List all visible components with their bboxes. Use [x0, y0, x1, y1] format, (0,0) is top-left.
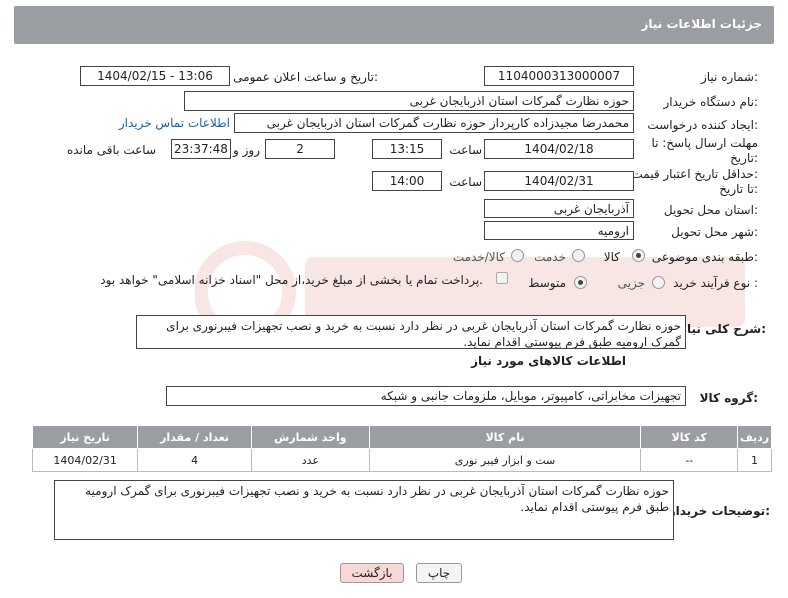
description-label: شرح کلی نیاز: — [680, 322, 766, 336]
validity-label-2: تا تاریخ: — [719, 182, 758, 196]
cell-goods-name: ست و ابزار فیبر نوری — [368, 448, 642, 472]
col-row-number: ردیف — [737, 425, 772, 449]
category-radio-goods[interactable] — [632, 249, 645, 262]
col-need-date: تاریخ نیاز — [31, 425, 139, 449]
cell-need-date: 1404/02/31 — [31, 448, 139, 472]
remaining-time-label: ساعت باقی مانده — [66, 143, 156, 157]
reply-time-label: ساعت — [449, 143, 482, 157]
payment-note: پرداخت تمام یا بخشی از مبلغ خرید،از محل … — [100, 273, 483, 287]
category-radio-service[interactable] — [572, 249, 585, 262]
city-label: شهر محل تحویل: — [671, 225, 758, 239]
col-quantity: تعداد / مقدار — [137, 425, 252, 449]
cell-unit: عدد — [250, 448, 370, 472]
validity-time-label: ساعت — [449, 175, 482, 189]
process-option-minor: جزیی — [617, 276, 645, 290]
category-label: طبقه بندی موضوعی: — [651, 250, 758, 264]
creator-field[interactable]: محمدرضا مجیدزاده کارپرداز حوزه نظارت گمر… — [234, 113, 634, 133]
description-textarea[interactable]: حوزه نظارت گمرکات استان آذربایجان غربی د… — [136, 315, 686, 349]
print-button[interactable]: چاپ — [416, 563, 462, 583]
category-option-goods-service: کالا/خدمت — [452, 250, 505, 264]
table-header-row: ردیف کد کالا نام کالا واحد شمارش تعداد /… — [31, 425, 772, 449]
announce-label: تاریخ و ساعت اعلان عمومی: — [233, 70, 378, 84]
province-field[interactable]: آذربایجان غربی — [484, 199, 634, 218]
process-radio-medium[interactable] — [574, 276, 587, 289]
contact-info-link[interactable]: اطلاعات تماس خریدار — [119, 116, 230, 130]
days-field[interactable]: 2 — [265, 139, 335, 159]
back-button[interactable]: بازگشت — [340, 563, 404, 583]
buyer-notes-textarea[interactable]: حوزه نظارت گمرکات استان آذربایجان غربی د… — [54, 480, 674, 540]
days-label: روز و — [233, 143, 260, 157]
goods-table: ردیف کد کالا نام کالا واحد شمارش تعداد /… — [31, 425, 772, 472]
col-goods-name: نام کالا — [368, 425, 642, 449]
city-field[interactable]: ارومیه — [484, 221, 634, 240]
cell-quantity: 4 — [137, 448, 252, 472]
payment-checkbox[interactable] — [496, 272, 508, 284]
process-option-medium: متوسط — [528, 276, 566, 290]
table-row[interactable]: 1 -- ست و ابزار فیبر نوری عدد 4 1404/02/… — [31, 448, 772, 472]
goods-section-title: اطلاعات کالاهای مورد نیاز — [471, 354, 626, 368]
province-label: استان محل تحویل: — [663, 203, 758, 217]
category-option-service: خدمت — [534, 250, 566, 264]
remaining-time-field[interactable]: 23:37:48 — [171, 139, 231, 159]
validity-label: حداقل تاریخ اعتبار قیمت: — [631, 167, 758, 181]
reply-date-field[interactable]: 1404/02/18 — [484, 139, 634, 159]
cell-row-number: 1 — [737, 448, 772, 472]
validity-date-field[interactable]: 1404/02/31 — [484, 171, 634, 191]
reply-time-field[interactable]: 13:15 — [372, 139, 442, 159]
col-goods-code: کد کالا — [640, 425, 739, 449]
need-number-label: شماره نیاز: — [700, 70, 758, 84]
buyer-org-label: نام دستگاه خریدار: — [663, 95, 759, 109]
validity-time-field[interactable]: 14:00 — [372, 171, 442, 191]
page-title: جزئیات اطلاعات نیاز — [641, 17, 762, 31]
category-option-goods: کالا — [603, 250, 620, 264]
category-radio-goods-service[interactable] — [511, 249, 524, 262]
need-number-field[interactable]: 1104000313000007 — [484, 66, 634, 86]
goods-group-field[interactable]: تجهیزات مخابراتی، کامپیوتر، موبایل، ملزو… — [166, 386, 686, 406]
goods-group-label: گروه کالا: — [699, 391, 758, 405]
buyer-notes-label: توضیحات خریدار: — [668, 504, 770, 518]
buyer-org-field[interactable]: حوزه نظارت گمرکات استان اذربایجان غربی — [184, 91, 634, 111]
process-label: نوع فرآیند خرید : — [673, 276, 758, 290]
reply-deadline-label: مهلت ارسال پاسخ: تا — [651, 136, 758, 150]
announce-field[interactable]: 1404/02/15 - 13:06 — [80, 66, 230, 86]
creator-label: ایجاد کننده درخواست: — [647, 118, 758, 132]
process-radio-minor[interactable] — [652, 276, 665, 289]
page-header: جزئیات اطلاعات نیاز — [14, 6, 774, 44]
reply-deadline-label-2: تاریخ: — [730, 151, 758, 165]
col-unit: واحد شمارش — [250, 425, 370, 449]
cell-goods-code: -- — [640, 448, 739, 472]
